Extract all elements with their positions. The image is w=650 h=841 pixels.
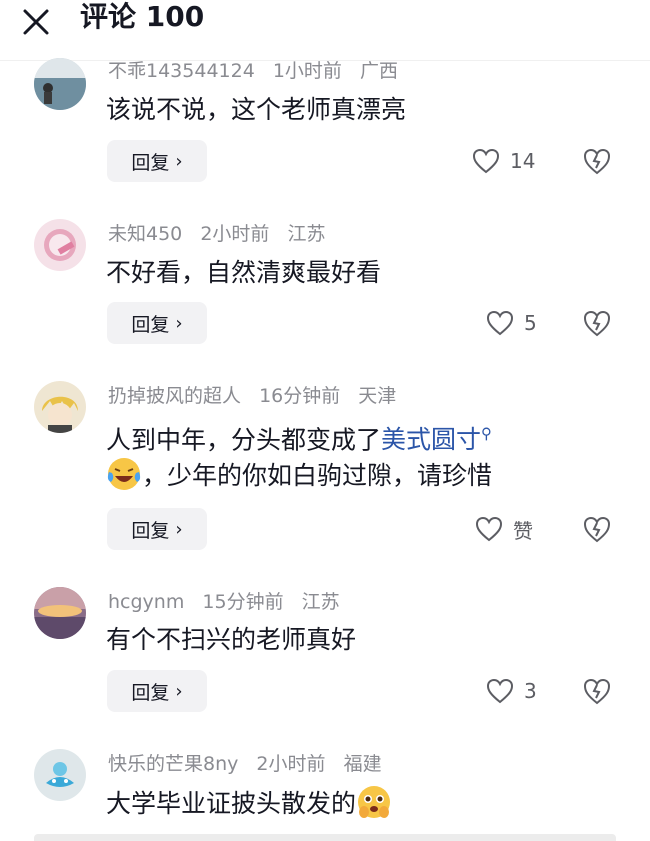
avatar[interactable] (34, 219, 86, 271)
broken-heart-icon[interactable] (582, 676, 612, 706)
username[interactable]: 快乐的芒果8ny (108, 753, 238, 775)
reply-button[interactable]: 回复 › (107, 140, 207, 182)
comment-meta: 不乖143544124 1小时前 广西 (108, 58, 410, 84)
like-count: 赞 (513, 518, 533, 543)
comment-location: 广西 (359, 60, 398, 82)
search-link[interactable]: 美式圆寸⚲ (381, 425, 492, 454)
hashtag-text: 美式圆寸 (381, 425, 482, 455)
bottom-input-bar[interactable] (34, 834, 616, 841)
chevron-right-icon: › (175, 680, 183, 702)
reply-label: 回复 (131, 519, 170, 542)
comment-location: 福建 (343, 753, 382, 775)
pleading-emoji (358, 786, 391, 818)
chevron-right-icon: › (175, 518, 183, 540)
comments-header: 评论 100 (0, 0, 650, 58)
comment-meta: 扔掉披风的超人 16分钟前 天津 (108, 383, 408, 409)
comment-time: 1小时前 (272, 60, 342, 82)
comment-time: 15分钟前 (202, 591, 284, 613)
comment-text: 大学毕业证披头散发的 (106, 784, 392, 824)
close-icon[interactable] (18, 4, 54, 40)
reply-label: 回复 (131, 151, 170, 174)
comment-text: 该说不说，这个老师真漂亮 (106, 95, 407, 124)
search-icon: ⚲ (481, 425, 493, 443)
like-button[interactable]: 3 (486, 675, 537, 707)
like-button[interactable]: 14 (472, 145, 535, 177)
comment-text-part: 人到中年，分头都变成了 (106, 425, 382, 455)
comment-text: 不好看，自然清爽最好看 (106, 258, 382, 287)
username[interactable]: 扔掉披风的超人 (108, 385, 241, 407)
comment-text: ，少年的你如白驹过隙，请珍惜 (106, 456, 492, 496)
heart-icon (475, 516, 503, 542)
broken-heart-icon[interactable] (582, 308, 612, 338)
broken-heart-icon[interactable] (582, 514, 612, 544)
like-count: 14 (510, 149, 536, 173)
comment-text-part: 大学毕业证披头散发的 (106, 789, 357, 818)
reply-label: 回复 (131, 313, 170, 336)
comment-time: 2小时前 (200, 223, 270, 245)
heart-icon (472, 148, 500, 174)
avatar[interactable] (34, 587, 86, 639)
comment-time: 2小时前 (256, 753, 326, 775)
like-count: 5 (524, 311, 537, 335)
comment-text-part: ，少年的你如白驹过隙，请珍惜 (142, 461, 493, 490)
chevron-right-icon: › (175, 312, 183, 334)
reply-label: 回复 (131, 681, 170, 704)
comment-meta: 未知450 2小时前 江苏 (108, 221, 337, 247)
comment-location: 天津 (358, 385, 397, 407)
avatar[interactable] (34, 381, 86, 433)
laughing-crying-emoji (107, 458, 141, 490)
heart-icon (486, 310, 514, 336)
comment-location: 江苏 (287, 223, 326, 245)
username[interactable]: hcgynm (108, 591, 184, 613)
avatar[interactable] (34, 58, 86, 110)
comment-location: 江苏 (301, 591, 340, 613)
reply-button[interactable]: 回复 › (107, 302, 207, 344)
like-button[interactable]: 5 (486, 307, 537, 339)
comment-text: 有个不扫兴的老师真好 (106, 625, 357, 654)
avatar[interactable] (34, 749, 86, 801)
comment-time: 16分钟前 (259, 385, 341, 407)
chevron-right-icon: › (175, 150, 183, 172)
username[interactable]: 不乖143544124 (108, 60, 255, 82)
username[interactable]: 未知450 (108, 223, 182, 245)
comment-text: 人到中年，分头都变成了美式圆寸⚲ (106, 414, 492, 460)
comments-title: 评论 100 (80, 0, 205, 33)
reply-button[interactable]: 回复 › (107, 508, 207, 550)
broken-heart-icon[interactable] (582, 146, 612, 176)
like-button[interactable]: 赞 (475, 513, 533, 545)
like-count: 3 (524, 679, 537, 703)
comment-meta: 快乐的芒果8ny 2小时前 福建 (108, 751, 394, 777)
reply-button[interactable]: 回复 › (107, 670, 207, 712)
heart-icon (486, 678, 514, 704)
comment-meta: hcgynm 15分钟前 江苏 (108, 589, 352, 615)
